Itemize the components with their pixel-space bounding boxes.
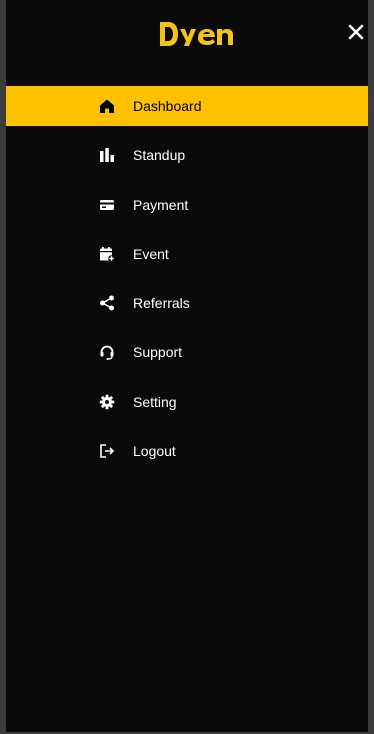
sidebar-item-label: Dashboard [133, 98, 202, 114]
credit-card-icon [98, 196, 116, 214]
sidebar-item-dashboard[interactable]: Dashboard [6, 86, 368, 126]
close-icon [348, 24, 364, 40]
sidebar-item-referrals[interactable]: Referrals [6, 283, 368, 323]
sidebar-item-label: Payment [133, 196, 189, 213]
sidebar-item-payment[interactable]: Payment [6, 185, 368, 225]
sidebar-item-label: Support [133, 344, 183, 361]
sidebar-item-label: Standup [133, 147, 186, 164]
sidebar-item-label: Logout [133, 443, 176, 460]
sidebar-item-support[interactable]: Support [6, 332, 368, 372]
calendar-add-icon [98, 245, 116, 263]
sidebar-item-label: Setting [133, 393, 177, 410]
sidebar-item-event[interactable]: Event [6, 234, 368, 274]
sidebar-drawer: Dyen Dashboard Standup Payment [0, 0, 374, 734]
home-icon [98, 97, 116, 115]
bar-chart-icon [98, 146, 116, 164]
share-icon [98, 294, 116, 312]
headset-icon [98, 343, 116, 361]
logout-icon [98, 442, 116, 460]
gear-icon [98, 393, 116, 411]
sidebar-item-logout[interactable]: Logout [6, 431, 368, 471]
sidebar-item-label: Referrals [133, 295, 190, 312]
logo[interactable]: Dyen [154, 14, 240, 54]
sidebar-item-label: Event [133, 245, 169, 262]
sidebar-item-standup[interactable]: Standup [6, 135, 368, 175]
sidebar-menu: Dashboard Standup Payment Event Referral [6, 86, 368, 480]
close-button[interactable] [340, 18, 372, 46]
dyen-logo-icon [160, 22, 233, 46]
sidebar-item-setting[interactable]: Setting [6, 382, 368, 422]
